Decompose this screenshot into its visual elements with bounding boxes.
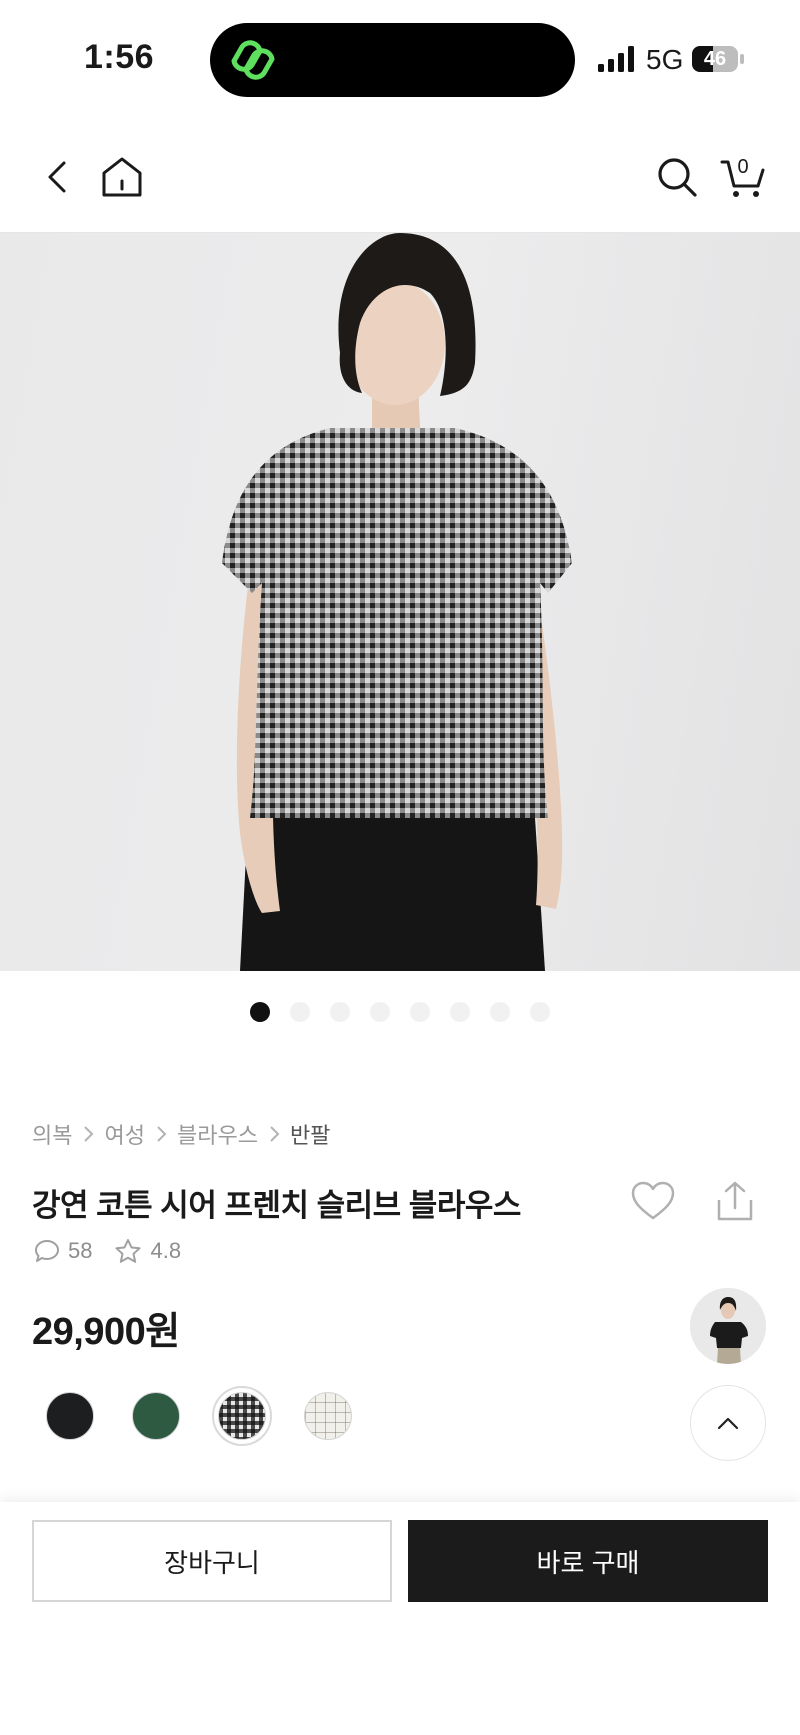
bottom-action-bar: 장바구니 바로 구매 <box>0 1502 800 1735</box>
color-swatch-ivory-check[interactable] <box>298 1386 358 1446</box>
battery-icon: 46 <box>692 46 744 72</box>
pagination-dot[interactable] <box>370 1002 390 1022</box>
thumbnail-image <box>690 1288 766 1364</box>
search-icon <box>658 158 697 197</box>
chevron-up-icon <box>717 1417 739 1430</box>
home-button[interactable] <box>97 152 147 202</box>
rating: 4.8 <box>114 1238 181 1264</box>
pagination-dot[interactable] <box>450 1002 470 1022</box>
chevron-right-icon <box>270 1126 280 1142</box>
top-navigation: 0 <box>0 130 800 230</box>
add-to-cart-button[interactable]: 장바구니 <box>32 1520 392 1602</box>
pagination-dot[interactable] <box>290 1002 310 1022</box>
product-price: 29,900원 <box>32 1311 180 1353</box>
swatch-color <box>218 1392 266 1440</box>
status-bar: 1:56 5G 46 <box>0 0 800 120</box>
color-swatch-black[interactable] <box>40 1386 100 1446</box>
image-pagination <box>0 1002 800 1022</box>
color-swatch-black-gingham[interactable] <box>212 1386 272 1446</box>
product-meta: 58 4.8 <box>34 1238 203 1264</box>
back-button[interactable] <box>32 152 82 202</box>
pagination-dot[interactable] <box>530 1002 550 1022</box>
comment-icon <box>35 1240 59 1262</box>
product-image[interactable] <box>0 233 800 971</box>
app-logo-icon <box>231 40 275 80</box>
swatch-color <box>132 1392 180 1440</box>
home-icon <box>102 157 142 197</box>
swatch-color <box>304 1392 352 1440</box>
pagination-dot[interactable] <box>330 1002 350 1022</box>
rating-value: 4.8 <box>150 1238 182 1263</box>
scroll-to-top-button[interactable] <box>690 1385 766 1461</box>
status-time: 1:56 <box>84 38 155 76</box>
breadcrumb-item[interactable]: 블라우스 <box>177 1118 258 1150</box>
cart-button[interactable]: 0 <box>718 152 768 202</box>
network-type: 5G <box>646 44 684 75</box>
breadcrumb-item[interactable]: 여성 <box>104 1118 144 1150</box>
breadcrumb: 의복 여성 블라우스 반팔 <box>32 1118 330 1150</box>
product-title: 강연 코튼 시어 프렌치 슬리브 블라우스 <box>32 1188 521 1223</box>
breadcrumb-item[interactable]: 반팔 <box>290 1118 330 1150</box>
breadcrumb-item[interactable]: 의복 <box>32 1118 72 1150</box>
product-photo <box>222 233 572 971</box>
dynamic-island <box>210 23 575 97</box>
chevron-right-icon <box>157 1126 167 1142</box>
color-swatches <box>40 1386 358 1446</box>
pagination-dot[interactable] <box>490 1002 510 1022</box>
search-button[interactable] <box>652 152 702 202</box>
wishlist-button[interactable] <box>628 1176 678 1226</box>
pagination-dot[interactable] <box>410 1002 430 1022</box>
buy-now-button[interactable]: 바로 구매 <box>408 1520 768 1602</box>
battery-percent: 46 <box>703 48 727 70</box>
swatch-color <box>46 1392 94 1440</box>
back-icon <box>48 161 66 193</box>
share-button[interactable] <box>710 1176 760 1226</box>
color-swatch-green[interactable] <box>126 1386 186 1446</box>
review-count-value: 58 <box>68 1238 93 1263</box>
cart-count-badge: 0 <box>737 156 749 178</box>
share-icon <box>717 1181 753 1221</box>
pagination-dot[interactable] <box>250 1002 270 1022</box>
star-icon <box>115 1239 141 1263</box>
chevron-right-icon <box>84 1126 94 1142</box>
review-count[interactable]: 58 <box>34 1238 92 1264</box>
product-thumbnail[interactable] <box>690 1288 766 1364</box>
heart-icon <box>631 1181 675 1220</box>
signal-icon <box>598 46 634 72</box>
